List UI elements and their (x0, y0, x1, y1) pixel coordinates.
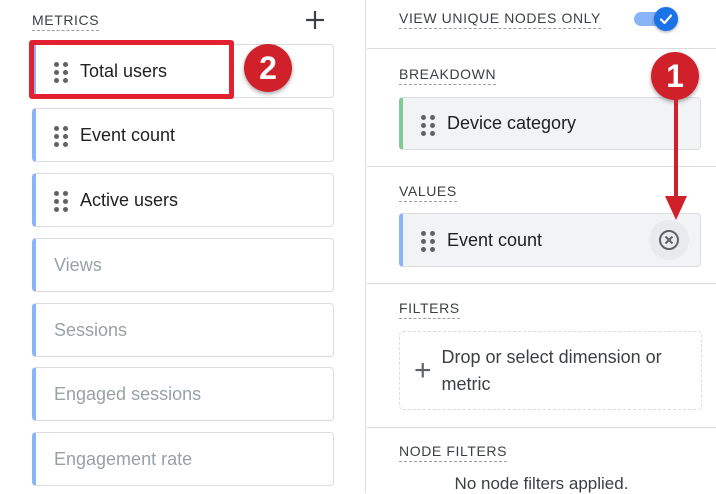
values-title: VALUES (399, 183, 457, 202)
filters-drop-zone[interactable]: + Drop or select dimension or metric (399, 331, 702, 410)
breakdown-item-device-category[interactable]: Device category (399, 97, 701, 150)
filters-title: FILTERS (399, 300, 460, 319)
drag-handle-icon[interactable] (421, 231, 435, 252)
divider (367, 48, 716, 49)
remove-circle-icon (659, 230, 679, 250)
drag-handle-icon[interactable] (54, 191, 68, 212)
remove-value-button[interactable] (649, 220, 689, 260)
unique-nodes-toggle[interactable] (634, 7, 678, 31)
settings-panel: VIEW UNIQUE NODES ONLY BREAKDOWN Device … (367, 0, 716, 493)
metrics-title: METRICS (32, 12, 100, 31)
metric-item-label: Event count (80, 124, 176, 145)
plus-icon (306, 11, 324, 29)
divider (367, 283, 716, 284)
divider (367, 427, 716, 428)
unique-nodes-label: VIEW UNIQUE NODES ONLY (399, 10, 601, 29)
drag-handle-icon[interactable] (54, 126, 68, 147)
step-two-badge: 2 (244, 44, 292, 92)
add-metric-button[interactable] (303, 8, 327, 32)
breakdown-item-label: Device category (447, 113, 577, 133)
metric-item-label: Engaged sessions (54, 383, 202, 404)
metric-item-label: Active users (80, 189, 179, 210)
metric-item-engaged-sessions[interactable]: Engaged sessions (32, 367, 334, 421)
toggle-knob (654, 7, 678, 31)
drop-zone-text: Drop or select dimension or metric (441, 346, 662, 394)
plus-icon: + (414, 353, 432, 387)
no-node-filters-text: No node filters applied. (454, 474, 629, 493)
values-item-event-count[interactable]: Event count (399, 213, 701, 267)
metrics-panel: METRICS Total users Event count Active u… (0, 0, 366, 493)
metric-item-event-count[interactable]: Event count (32, 108, 334, 162)
metric-item-sessions[interactable]: Sessions (32, 303, 334, 357)
highlight-box-total-users (29, 40, 234, 99)
step-one-badge: 1 (651, 52, 699, 100)
metric-item-views[interactable]: Views (32, 238, 334, 292)
metric-item-engagement-rate[interactable]: Engagement rate (32, 432, 334, 486)
metric-item-active-users[interactable]: Active users (32, 173, 334, 227)
values-item-label: Event count (447, 229, 543, 250)
metric-item-label: Views (54, 254, 102, 275)
metric-item-label: Engagement rate (54, 448, 193, 469)
metric-item-label: Sessions (54, 319, 128, 340)
node-filters-title: NODE FILTERS (399, 443, 508, 462)
annotation-arrow-icon (665, 98, 687, 220)
check-icon (659, 14, 673, 25)
breakdown-title: BREAKDOWN (399, 66, 497, 85)
drag-handle-icon[interactable] (421, 114, 435, 136)
